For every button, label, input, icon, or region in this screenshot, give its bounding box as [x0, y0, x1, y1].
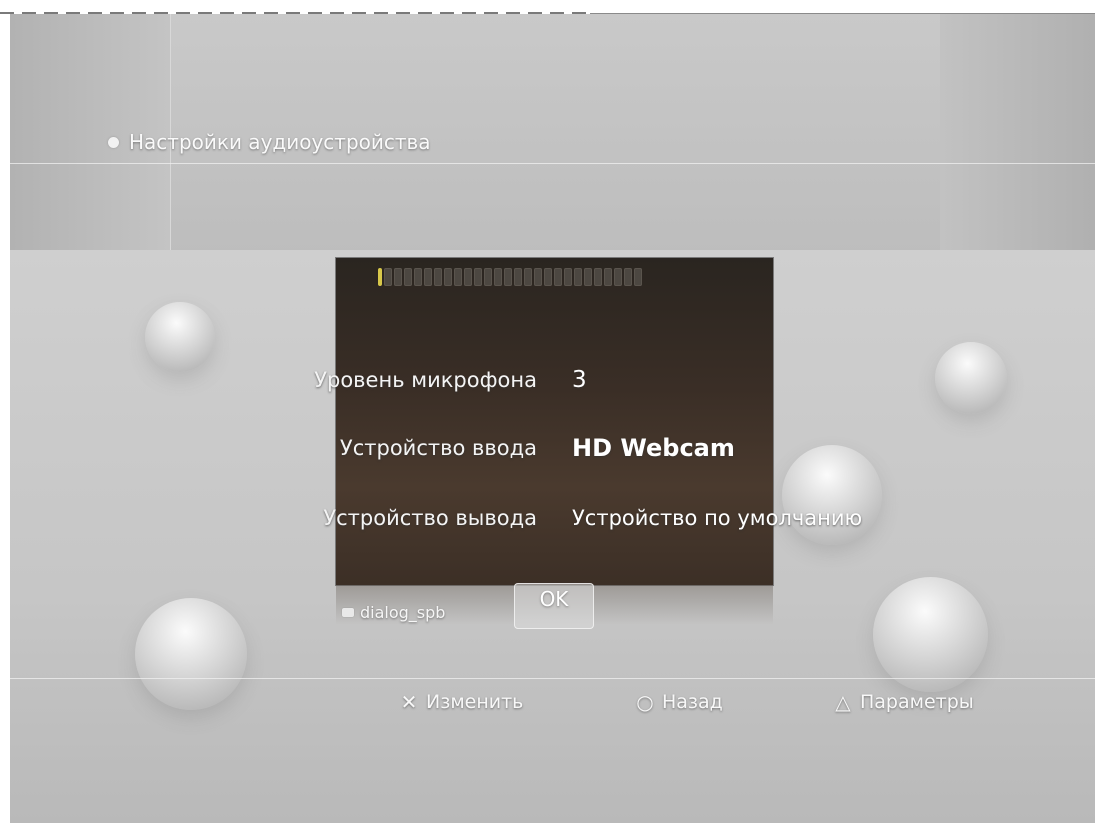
meter-segment	[614, 268, 622, 286]
setting-label: Устройство ввода	[339, 436, 537, 460]
bullet-icon	[108, 136, 119, 148]
meter-segment	[624, 268, 632, 286]
decor-sphere	[873, 577, 988, 692]
decor-sphere	[145, 302, 215, 372]
back-label: Назад	[662, 691, 723, 713]
setting-value: Устройство по умолчанию	[572, 506, 863, 530]
setting-row-input-device[interactable]: Устройство ввода HD Webcam	[0, 434, 1095, 472]
meter-segment	[584, 268, 592, 286]
back-button[interactable]: ○ Назад	[634, 690, 723, 714]
meter-segment	[594, 268, 602, 286]
meter-segment	[554, 268, 562, 286]
meter-segment	[564, 268, 572, 286]
meter-segment-active	[378, 268, 382, 286]
change-label: Изменить	[426, 691, 524, 713]
mic-level-meter	[378, 268, 642, 286]
meter-segment	[504, 268, 512, 286]
meter-segment	[474, 268, 482, 286]
meter-segment	[404, 268, 412, 286]
meter-segment	[434, 268, 442, 286]
options-label: Параметры	[860, 691, 974, 713]
setting-label: Уровень микрофона	[314, 368, 537, 392]
divider-line	[10, 678, 1095, 679]
meter-segment	[604, 268, 612, 286]
meter-segment	[524, 268, 532, 286]
circle-icon: ○	[636, 690, 654, 714]
button-guide: ✕ Изменить ○ Назад △ Параметры	[0, 690, 1095, 722]
dialog-name-text: dialog_spb	[360, 603, 446, 622]
page-title-text: Настройки аудиоустройства	[129, 130, 431, 154]
meter-segment	[454, 268, 462, 286]
meter-segment	[634, 268, 642, 286]
setting-value: HD Webcam	[572, 434, 735, 462]
meter-segment	[394, 268, 402, 286]
divider-line	[10, 163, 1095, 164]
meter-segment	[444, 268, 452, 286]
meter-segment	[534, 268, 542, 286]
options-button[interactable]: △ Параметры	[832, 690, 974, 714]
top-line	[590, 13, 1095, 14]
meter-segment	[544, 268, 552, 286]
dialog-name-label: dialog_spb	[342, 603, 445, 622]
meter-segment	[514, 268, 522, 286]
meter-segment	[494, 268, 502, 286]
cross-icon: ✕	[400, 690, 418, 714]
setting-label: Устройство вывода	[323, 506, 537, 530]
top-dashed-line	[0, 12, 590, 14]
tag-icon	[342, 608, 354, 617]
triangle-icon: △	[835, 690, 851, 714]
meter-segment	[414, 268, 422, 286]
meter-segment	[424, 268, 432, 286]
meter-segment	[574, 268, 582, 286]
setting-row-mic-level[interactable]: Уровень микрофона 3	[0, 367, 1095, 404]
meter-segment	[464, 268, 472, 286]
change-button[interactable]: ✕ Изменить	[398, 690, 524, 714]
setting-value: 3	[572, 367, 587, 393]
setting-row-output-device[interactable]: Устройство вывода Устройство по умолчани…	[0, 506, 1095, 542]
meter-segment	[384, 268, 392, 286]
ok-button[interactable]: OK	[514, 583, 594, 629]
meter-segment	[484, 268, 492, 286]
page-title: Настройки аудиоустройства	[108, 130, 431, 154]
